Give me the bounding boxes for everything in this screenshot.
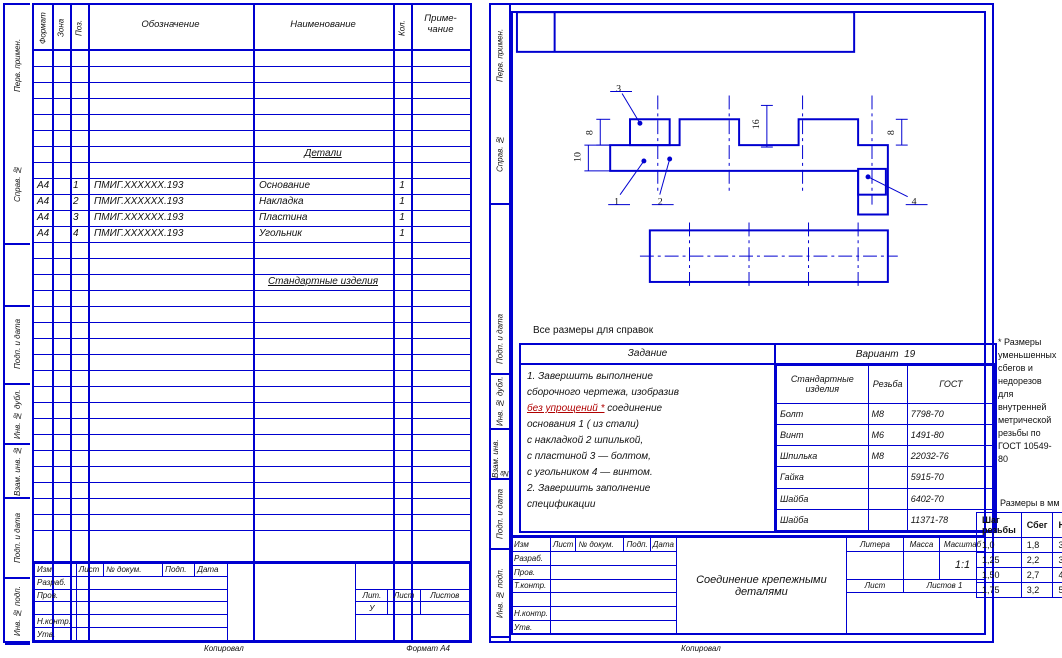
svg-text:16: 16 [751, 119, 762, 129]
format-a4: Формат А4 [406, 644, 450, 653]
variant-row: Вариант 19 [776, 345, 995, 365]
sizes-table: Шаг резьбыСбегНедорез 1,01,83,81,252,23,… [976, 512, 1062, 598]
drawing-sheet: Перв. примен. Справ. № Подп. и дата Инв.… [489, 3, 994, 643]
hdr-name: Наименование [253, 19, 393, 30]
spec-rows: ДеталиА41ПМИГ.ХХХХХХ.193Основание1А42ПМИ… [34, 51, 470, 561]
vlabel: Инв. № дубл. [5, 385, 30, 445]
svg-text:3: 3 [616, 84, 621, 95]
task-text: 1. Завершить выполнение сборочного черте… [521, 365, 774, 517]
task-title: Задание [521, 345, 774, 365]
hdr-zone: Зона [52, 7, 70, 49]
svg-text:4: 4 [912, 197, 917, 208]
hdr-format: Формат [34, 7, 52, 49]
binding-strip-right: Перв. примен. Справ. № Подп. и дата Инв.… [491, 5, 511, 641]
kopiroval: Копировал [204, 644, 244, 653]
binding-strip-left: Перв. примен. Справ. № Подп. и дата Инв.… [3, 3, 30, 643]
specification-sheet: Формат Зона Поз. Обозначение Наименовани… [32, 3, 472, 643]
assembly-drawing: 8 10 16 8 1 2 3 4 [511, 5, 992, 305]
vlabel: Справ. № [5, 125, 30, 245]
vlabel: Инв. № подп. [5, 579, 30, 645]
svg-text:2: 2 [658, 197, 663, 208]
svg-text:8: 8 [584, 130, 595, 135]
title-block-left: Изм Лист № докум. Подп. Дата Разраб. Про… [34, 561, 470, 641]
hdr-qty: Кол. [393, 7, 411, 49]
spec-header: Формат Зона Поз. Обозначение Наименовани… [34, 5, 470, 51]
task-block: Задание 1. Завершить выполнение сборочно… [519, 343, 997, 533]
hdr-designation: Обозначение [88, 19, 253, 30]
vlabel: Перв. примен. [5, 5, 30, 125]
sizes-title: Размеры в мм [1000, 498, 1060, 508]
hdr-note: Приме- чание [411, 13, 470, 35]
reference-note: Все размеры для справок [533, 325, 653, 336]
hdr-pos: Поз. [70, 7, 88, 49]
svg-text:8: 8 [886, 130, 897, 135]
svg-text:10: 10 [572, 152, 583, 162]
vlabel: Подп. и дата [5, 499, 30, 579]
svg-text:1: 1 [614, 197, 619, 208]
gost-table: Стандартные изделия Резьба ГОСТ БолтМ877… [776, 365, 995, 531]
vlabel: Подп. и дата [5, 305, 30, 385]
title-block-right: Изм Лист № докум. Подп. Дата Соединение … [511, 535, 986, 635]
annotation-text: * Размеры уменьшенных сбегов и недорезов… [998, 336, 1058, 466]
vlabel: Взам. инв. № [5, 445, 30, 499]
